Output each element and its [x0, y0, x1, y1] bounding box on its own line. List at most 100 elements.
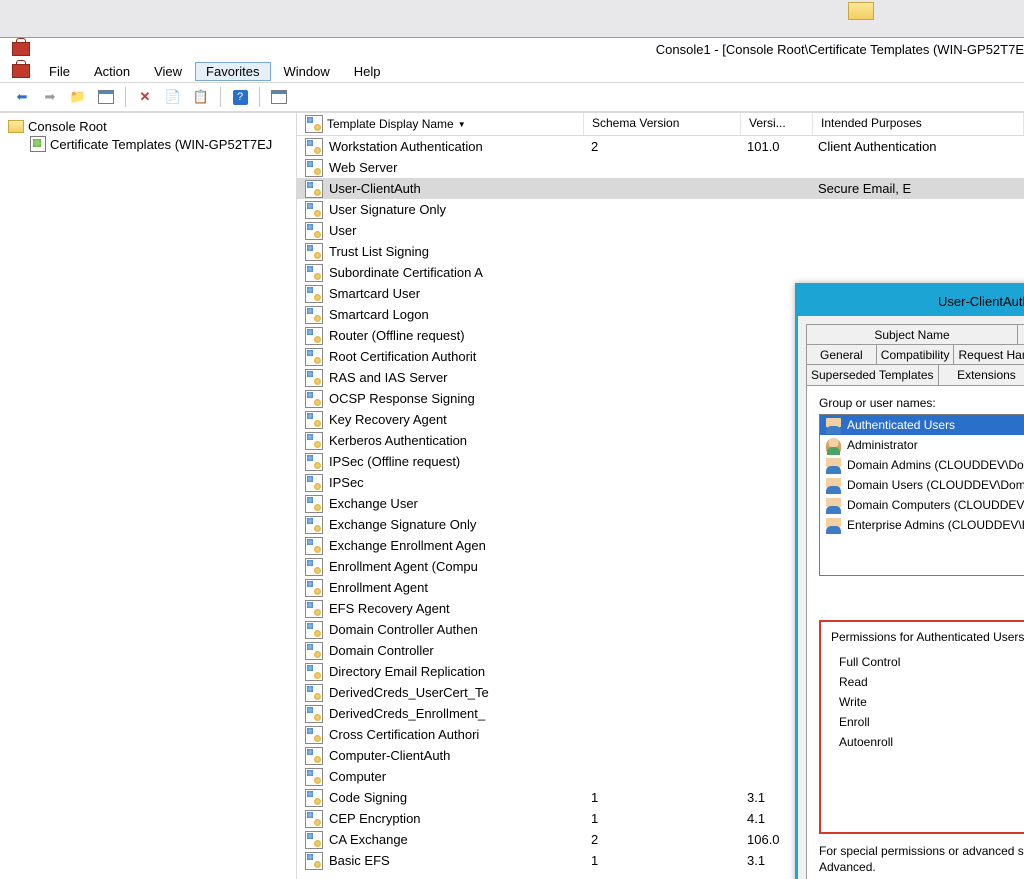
group-user-item[interactable]: Domain Users (CLOUDDEV\Domain Users)	[820, 475, 1024, 495]
menu-favorites[interactable]: Favorites	[195, 62, 270, 81]
permission-name: Read	[831, 675, 1024, 689]
group-user-item[interactable]: Domain Computers (CLOUDDEV\Domain Comput…	[820, 495, 1024, 515]
export-button[interactable]: 📋	[189, 85, 213, 109]
template-name: CA Exchange	[329, 832, 408, 847]
menu-help[interactable]: Help	[343, 62, 392, 81]
template-icon	[305, 558, 323, 576]
group-user-name: Authenticated Users	[847, 418, 955, 432]
scope-tree[interactable]: Console Root Certificate Templates (WIN-…	[0, 113, 297, 879]
template-row[interactable]: Trust List Signing	[297, 241, 1024, 262]
template-name: Exchange Enrollment Agen	[329, 538, 486, 553]
group-names-label: Group or user names:	[819, 396, 1024, 410]
template-name: Code Signing	[329, 790, 407, 805]
permission-row: Read✔	[831, 672, 1024, 692]
template-icon	[305, 453, 323, 471]
template-row[interactable]: Subordinate Certification A	[297, 262, 1024, 283]
list-header: Template Display Name ▼ Schema Version V…	[297, 113, 1024, 136]
permission-name: Enroll	[831, 715, 1024, 729]
tab-compatibility[interactable]: Compatibility	[876, 344, 955, 365]
template-name: Directory Email Replication	[329, 664, 485, 679]
group-user-item[interactable]: Enterprise Admins (CLOUDDEV\Enterprise A…	[820, 515, 1024, 535]
template-name: Workstation Authentication	[329, 139, 483, 154]
tab-request-handling[interactable]: Request Handling	[953, 344, 1024, 365]
template-icon	[305, 411, 323, 429]
menu-action[interactable]: Action	[83, 62, 141, 81]
template-icon	[305, 516, 323, 534]
tree-cert-templates[interactable]: Certificate Templates (WIN-GP52T7EJ	[6, 135, 296, 153]
view-button[interactable]	[267, 85, 291, 109]
template-name: Router (Offline request)	[329, 328, 465, 343]
back-button[interactable]: ⬅	[10, 85, 34, 109]
group-icon	[826, 458, 841, 473]
template-icon	[305, 180, 323, 198]
template-schema: 2	[583, 139, 739, 154]
template-row[interactable]: User-ClientAuthSecure Email, E	[297, 178, 1024, 199]
template-icon	[305, 600, 323, 618]
group-icon	[826, 518, 841, 533]
tab-extensions[interactable]: Extensions	[938, 364, 1024, 385]
group-user-list[interactable]: Authenticated Users Administrator Domain A…	[819, 414, 1024, 576]
sort-desc-icon: ▼	[458, 120, 466, 129]
template-name: Smartcard Logon	[329, 307, 429, 322]
template-name: CEP Encryption	[329, 811, 421, 826]
template-icon	[305, 243, 323, 261]
group-user-name: Administrator	[847, 438, 918, 452]
properties-dialog: User-ClientAuth Properties ? X Subject N…	[795, 283, 1024, 879]
column-version[interactable]: Versi...	[741, 113, 813, 135]
tab-issuance[interactable]: Issuance Requirements	[1017, 324, 1024, 345]
template-icon	[305, 495, 323, 513]
template-name: Domain Controller	[329, 643, 434, 658]
properties-button[interactable]: 📄	[161, 85, 185, 109]
menu-view[interactable]: View	[143, 62, 193, 81]
dialog-title-bar[interactable]: User-ClientAuth Properties ? X	[798, 286, 1024, 316]
group-user-item[interactable]: Authenticated Users	[820, 415, 1024, 435]
dialog-title: User-ClientAuth Properties	[938, 294, 1024, 309]
up-button[interactable]: 📁	[66, 85, 90, 109]
template-row[interactable]: User Signature Only	[297, 199, 1024, 220]
column-template-name[interactable]: Template Display Name ▼	[297, 113, 584, 135]
content-area: Console Root Certificate Templates (WIN-…	[0, 112, 1024, 879]
tab-subject-name[interactable]: Subject Name	[806, 324, 1018, 345]
group-user-name: Domain Users (CLOUDDEV\Domain Users)	[847, 478, 1024, 492]
show-hide-tree-button[interactable]	[94, 85, 118, 109]
folder-icon	[8, 120, 24, 133]
menu-window[interactable]: Window	[273, 62, 341, 81]
template-name: Subordinate Certification A	[329, 265, 483, 280]
forward-button[interactable]: ➡	[38, 85, 62, 109]
template-name: User	[329, 223, 356, 238]
template-name: User-ClientAuth	[329, 181, 421, 196]
permission-row: Autoenroll	[831, 732, 1024, 752]
permissions-box: Permissions for Authenticated Users Allo…	[819, 620, 1024, 834]
permissions-header: Permissions for Authenticated Users	[831, 630, 1024, 644]
template-icon	[305, 705, 323, 723]
mmc-doc-icon	[12, 64, 30, 78]
template-name: DerivedCreds_Enrollment_	[329, 706, 485, 721]
group-user-item[interactable]: Domain Admins (CLOUDDEV\Domain Admins)	[820, 455, 1024, 475]
toolbar-separator-2	[220, 87, 221, 107]
results-pane: Template Display Name ▼ Schema Version V…	[297, 113, 1024, 879]
toolbar: ⬅ ➡ 📁 ✕ 📄 📋 ?	[0, 82, 1024, 112]
help-button[interactable]: ?	[228, 85, 252, 109]
tree-root[interactable]: Console Root	[6, 117, 296, 135]
column-purpose[interactable]: Intended Purposes	[813, 113, 1024, 135]
dialog-body: Subject Name Issuance Requirements Gener…	[798, 316, 1024, 879]
special-permissions-text: For special permissions or advanced sett…	[819, 844, 1024, 875]
template-name: Exchange Signature Only	[329, 517, 476, 532]
template-row[interactable]: User	[297, 220, 1024, 241]
template-row[interactable]: Workstation Authentication2101.0Client A…	[297, 136, 1024, 157]
template-row[interactable]: Web Server	[297, 157, 1024, 178]
template-purpose: Client Authentication	[810, 139, 1024, 154]
tab-general[interactable]: General	[806, 344, 877, 365]
certificate-icon	[30, 136, 46, 152]
template-name: Kerberos Authentication	[329, 433, 467, 448]
security-tab-pane: Group or user names: Authenticated Users…	[806, 385, 1024, 879]
tab-superseded[interactable]: Superseded Templates	[806, 364, 939, 385]
column-schema[interactable]: Schema Version	[584, 113, 741, 135]
template-icon	[305, 621, 323, 639]
delete-button[interactable]: ✕	[133, 85, 157, 109]
group-user-item[interactable]: Administrator	[820, 435, 1024, 455]
template-icon	[305, 789, 323, 807]
tab-strip: Subject Name Issuance Requirements Gener…	[806, 324, 1024, 386]
menu-file[interactable]: File	[38, 62, 81, 81]
template-icon	[305, 348, 323, 366]
